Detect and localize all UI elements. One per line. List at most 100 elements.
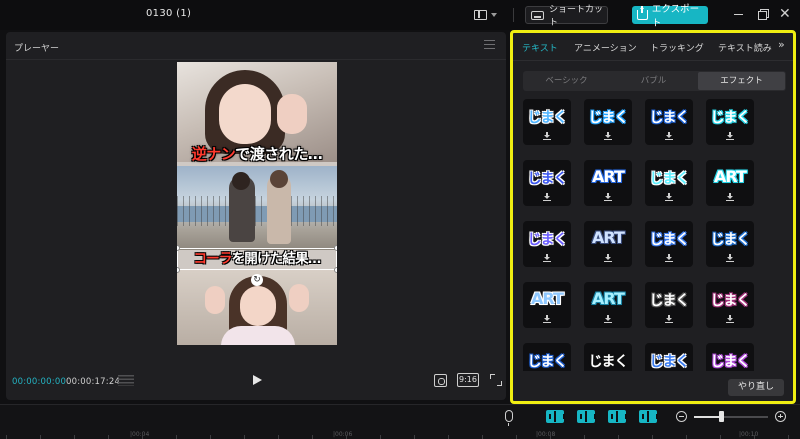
effect-tile[interactable]: じまく [645,99,693,145]
fit-icon[interactable] [434,374,447,387]
ruler-label: |00:06 [333,431,353,438]
download-icon [543,132,551,140]
effect-tile[interactable]: じまく [523,343,571,371]
ruler-tick [618,435,619,439]
effects-grid: じまく じまく じまく じまく じまく ART じまく ART じまく ART じまく じまく ART A… [523,99,785,371]
timeline-ruler: |00:04 |00:06 |00:08 |00:10 [0,431,800,439]
upload-icon [637,6,648,20]
project-title: 0130 (1) [146,8,192,19]
zoom-slider[interactable] [694,416,768,418]
ruler-tick [448,435,449,439]
effect-tile[interactable]: ART [584,282,632,328]
effect-preview-text: じまく [527,171,568,187]
ruler-tick [142,435,143,439]
more-tabs-icon[interactable]: » [778,38,785,51]
list-icon[interactable] [118,375,134,386]
segment-effect[interactable]: エフェクト [698,72,785,90]
effect-tile[interactable]: ART [706,160,754,206]
effect-tile[interactable]: じまく [706,282,754,328]
effect-tile[interactable]: じまく [706,99,754,145]
divider [6,59,506,60]
resize-handle[interactable] [334,267,337,273]
zoom-fill [694,416,722,418]
ruler-tick [482,435,483,439]
split-icon[interactable] [639,410,658,423]
zoom-in-icon[interactable] [775,411,786,422]
link-clips-icon[interactable] [546,410,565,423]
microphone-icon[interactable] [505,410,513,426]
keyboard-icon [531,10,545,20]
effect-tile[interactable]: じまく [645,343,693,371]
effect-tile[interactable]: じまく [706,221,754,267]
effect-tile[interactable]: ART [584,221,632,267]
download-icon [543,315,551,323]
fullscreen-icon[interactable] [490,374,502,386]
effect-preview-text: ART [714,167,747,186]
menu-icon[interactable] [484,40,495,49]
effect-preview-text: ART [592,228,625,247]
tab-text-to-speech[interactable]: テキスト読み [718,41,772,54]
effect-tile[interactable]: じまく [706,343,754,371]
effect-preview-text: じまく [527,354,568,370]
effect-tile[interactable]: じまく [645,282,693,328]
effect-tile[interactable]: じまく [523,160,571,206]
rotate-icon[interactable]: ↻ [251,274,263,286]
effect-preview-text: ART [531,289,564,308]
caption-middle[interactable]: コーラを開けた結果… [178,249,336,269]
snap-icon[interactable] [577,410,596,423]
effect-tile[interactable]: ART [523,282,571,328]
ruler-tick [720,435,721,439]
effect-tile[interactable]: じまく [645,221,693,267]
caption-top[interactable]: 逆ナンで渡された… [177,142,337,166]
aspect-ratio-button[interactable]: 9:16 [457,373,479,387]
segment-bubble[interactable]: バブル [610,71,697,91]
ruler-tick [788,435,789,439]
effect-tile[interactable]: じまく [584,343,632,371]
effect-tile[interactable]: ART [584,160,632,206]
close-icon[interactable]: ✕ [779,7,791,21]
minimize-icon[interactable] [733,8,745,20]
effect-tile[interactable]: じまく [523,221,571,267]
zoom-thumb[interactable] [719,411,725,422]
layout-button[interactable] [474,7,502,23]
effect-preview-text: ART [592,289,625,308]
download-icon [604,193,612,201]
ruler-tick [686,435,687,439]
download-icon [604,254,612,262]
maximize-icon[interactable] [757,8,769,20]
export-label: エクスポート [651,4,700,29]
effect-tile[interactable]: じまく [645,160,693,206]
segment-basic[interactable]: ベーシック [523,71,610,91]
effect-preview-text: じまく [588,354,629,370]
zoom-out-icon[interactable] [676,411,687,422]
effect-tile[interactable]: じまく [584,99,632,145]
effect-preview-text: じまく [588,110,629,126]
effect-preview-text: じまく [527,110,568,126]
download-icon [665,315,673,323]
ruler-tick [380,435,381,439]
shortcut-button[interactable]: ショートカット [525,5,608,28]
download-icon [726,254,734,262]
tab-text[interactable]: テキスト [522,41,558,54]
tab-tracking[interactable]: トラッキング [650,41,704,54]
play-icon[interactable] [253,375,262,385]
player-title: プレーヤー [14,44,60,54]
resize-handle[interactable] [334,245,337,251]
effect-preview-text: じまく [710,232,751,248]
effect-preview-text: じまく [649,171,690,187]
tab-animation[interactable]: アニメーション [574,41,637,54]
reset-button[interactable]: やり直し [728,379,784,396]
download-icon [726,193,734,201]
video-preview[interactable]: 逆ナンで渡された… コーラを開けた結果… ↻ [177,62,337,345]
effect-tile[interactable]: じまく [523,99,571,145]
download-icon [726,132,734,140]
link-audio-icon[interactable] [608,410,627,423]
export-button[interactable]: エクスポート [632,4,708,29]
total-time: 00:00:17:24 [66,377,121,387]
ruler-tick [210,435,211,439]
video-scene-2 [177,166,337,250]
caption-selection-box[interactable]: コーラを開けた結果… [177,245,337,273]
ruler-tick [278,435,279,439]
ruler-tick [414,435,415,439]
timeline-toolbar: |00:04 |00:06 |00:08 |00:10 [0,404,800,439]
